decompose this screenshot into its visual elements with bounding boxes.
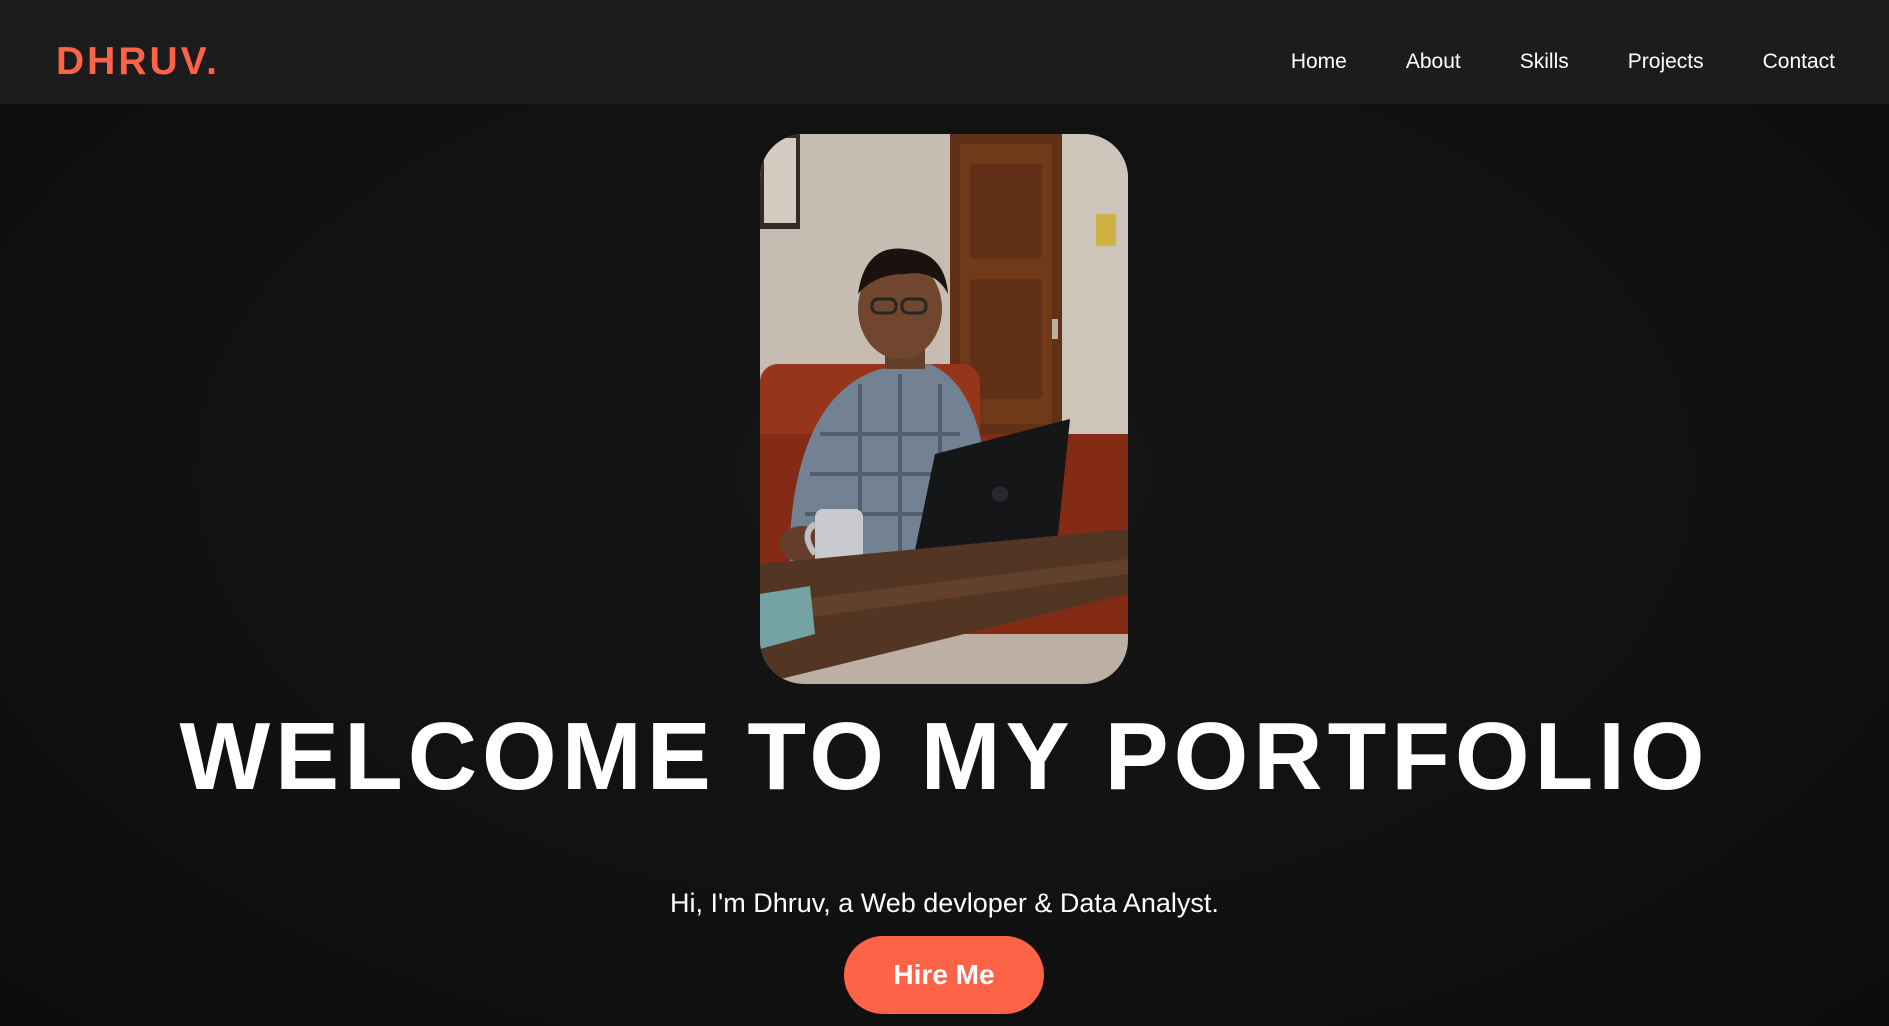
logo[interactable]: DHRUV. xyxy=(56,38,220,86)
navbar: DHRUV. Home About Skills Projects Contac… xyxy=(0,0,1889,104)
nav-link-home[interactable]: Home xyxy=(1291,44,1347,80)
hero-title: WELCOME TO MY PORTFOLIO xyxy=(179,703,1710,810)
hero-section: WELCOME TO MY PORTFOLIO Hi, I'm Dhruv, a… xyxy=(0,104,1889,1026)
profile-photo xyxy=(760,134,1128,684)
nav-link-projects[interactable]: Projects xyxy=(1628,44,1704,80)
hire-me-button[interactable]: Hire Me xyxy=(844,936,1044,1014)
hero-subtitle: Hi, I'm Dhruv, a Web devloper & Data Ana… xyxy=(670,888,1219,918)
nav-link-about[interactable]: About xyxy=(1406,44,1461,80)
profile-photo-illustration xyxy=(760,134,1128,684)
nav-link-skills[interactable]: Skills xyxy=(1520,44,1569,80)
nav-link-contact[interactable]: Contact xyxy=(1763,44,1835,80)
nav-links: Home About Skills Projects Contact xyxy=(1291,44,1835,80)
